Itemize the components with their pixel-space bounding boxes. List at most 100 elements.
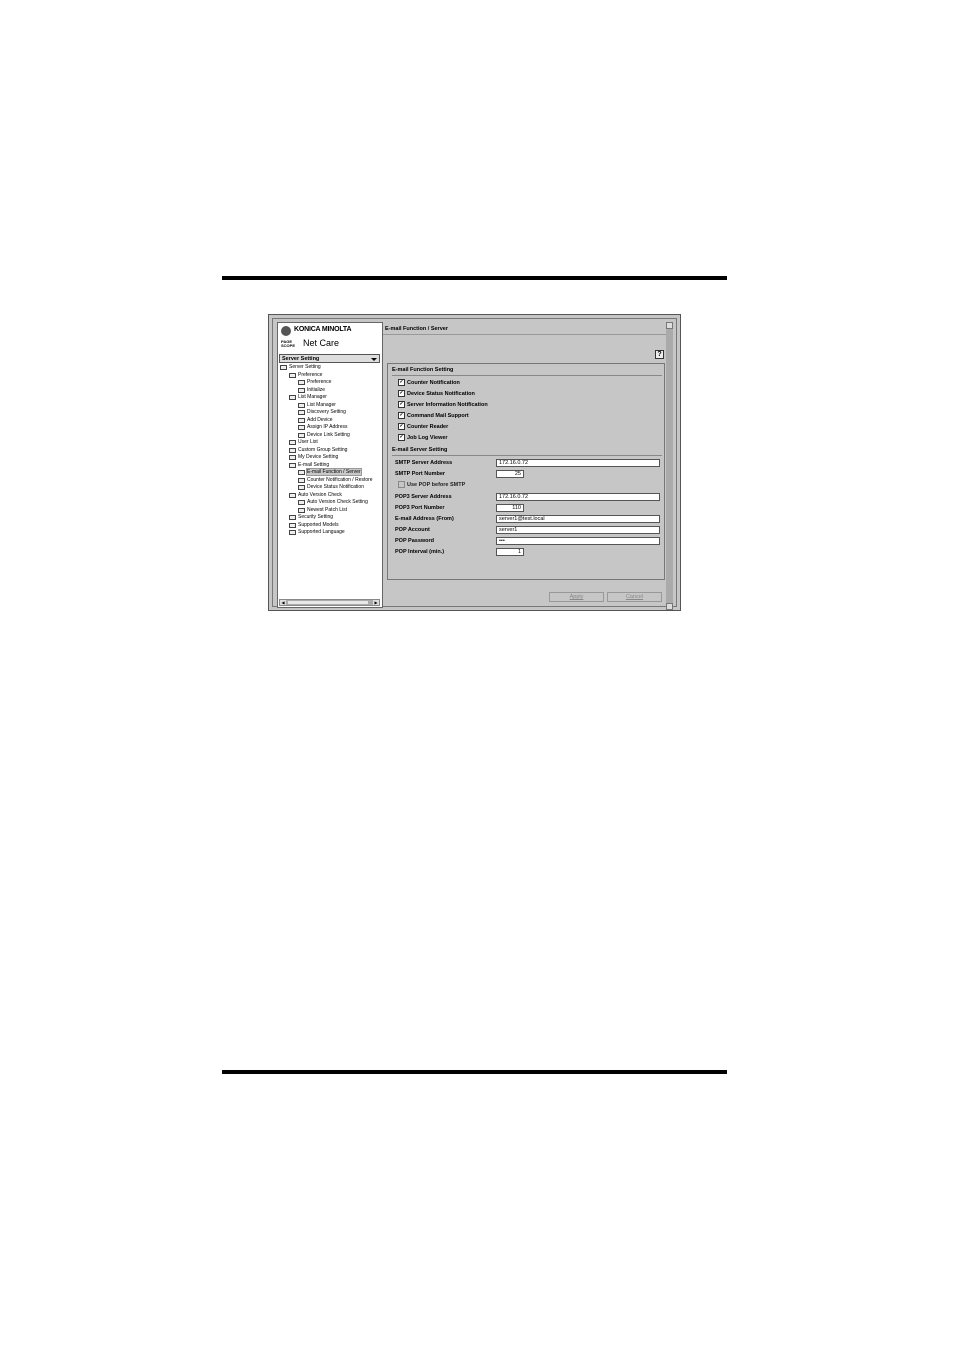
tree-item[interactable]: Preference [298,379,331,386]
scroll-down-icon[interactable] [666,603,673,610]
tree-item[interactable]: E-mail Function / Server [298,468,362,476]
tree-item[interactable]: Supported Language [289,529,345,536]
checkbox-device-status-notification[interactable]: ✓ Device Status Notification [398,390,475,398]
tree-item[interactable]: My Device Setting [289,454,338,461]
add-device-icon [298,417,305,423]
dropdown-arrow-icon[interactable] [371,358,377,361]
tree-item[interactable]: Custom Group Setting [289,447,347,454]
pop-interval-input[interactable]: 1 [496,548,524,556]
email-from-input[interactable]: server1@test.local [496,515,660,523]
function-section-heading: E-mail Function Setting [392,367,454,373]
pop-password-input[interactable]: ••• [496,537,660,545]
checkbox-icon[interactable]: ✓ [398,401,405,409]
tree-item[interactable]: Preference [289,372,322,379]
checkbox-icon[interactable]: ✓ [398,390,405,398]
nav-select-value: Server Setting [282,356,320,362]
pop-interval-label: POP Interval (min.) [395,549,445,555]
tree-item[interactable]: Server Setting [280,364,321,371]
tree-item[interactable]: E-mail Setting [289,462,329,469]
server-section-heading: E-mail Server Setting [392,447,448,453]
tree-item[interactable]: Auto Version Check Setting [298,499,368,506]
checkbox-icon[interactable]: ✓ [398,423,405,431]
tree-item-label: Supported Models [298,521,339,528]
window-icon [298,500,305,505]
tree-item-label: Preference [298,371,323,378]
email-from-label: E-mail Address (From) [395,516,454,522]
title-divider [383,334,667,335]
checkbox-use-pop-before-smtp[interactable]: Use POP before SMTP [398,481,465,489]
section-divider [392,375,662,376]
tree-item[interactable]: Security Setting [289,514,333,521]
panel-title: E-mail Function / Server [385,326,448,332]
scroll-left-icon[interactable]: ◀ [280,600,286,605]
navigation-panel: KONICA MINOLTA PAGE SCOPE Net Care Serve… [277,322,383,608]
pop3-port-label: POP3 Port Number [395,505,445,511]
checkbox-icon[interactable]: ✓ [398,434,405,442]
checkbox-job-log-viewer[interactable]: ✓ Job Log Viewer [398,434,448,442]
pop3-port-input[interactable]: 110 [496,504,524,512]
tree-item-label: Newest Patch List [307,506,348,513]
smtp-address-input[interactable]: 172.16.0.72 [496,459,660,467]
brand-name: KONICA MINOLTA [294,326,352,333]
folder-icon [289,462,296,468]
tree-item[interactable]: List Manager [298,402,336,409]
content-panel: E-mail Function / Server ? E-mail Functi… [383,322,669,606]
window-vertical-scrollbar[interactable] [666,322,673,610]
tree-item-label: List Manager [298,394,327,400]
brand-area: KONICA MINOLTA PAGE SCOPE Net Care [278,323,382,353]
folder-icon [289,492,296,498]
tree-item[interactable]: Device Status Notification [298,484,364,491]
pop-password-label: POP Password [395,538,435,544]
checkbox-command-mail-support[interactable]: ✓ Command Mail Support [398,412,469,420]
pop-account-input[interactable]: server1 [496,526,660,534]
tree-item-label: Auto Version Check Setting [307,499,368,505]
window-icon [298,470,305,475]
section-divider [392,455,662,456]
top-rule [222,276,727,280]
checkbox-icon[interactable] [398,481,405,489]
tree-item[interactable]: Counter Notification / Restore [298,477,373,484]
window-icon [298,477,305,483]
smtp-port-input[interactable]: 25 [496,470,524,478]
tree-item[interactable]: Auto Version Check [289,492,342,499]
pop3-address-input[interactable]: 172.16.0.72 [496,493,660,501]
tree-item[interactable]: User List [289,439,318,446]
folder-icon [280,365,287,370]
tree-item-label: User List [298,439,318,445]
checkbox-icon[interactable]: ✓ [398,379,405,387]
scrollbar-thumb[interactable] [288,601,368,604]
tree-item[interactable]: List Manager [289,394,327,401]
pop-account-label: POP Account [395,527,430,533]
tree-item[interactable]: Assign IP Address [298,424,348,431]
security-icon [289,515,296,520]
user-icon [289,440,296,445]
tree-item[interactable]: Newest Patch List [298,507,347,514]
tree-item[interactable]: Supported Models [289,522,339,529]
nav-select-dropdown[interactable]: Server Setting [279,354,380,363]
bottom-rule [222,1070,727,1074]
group-icon [289,447,296,453]
apply-button[interactable]: Apply [549,592,604,602]
device-icon [289,455,296,460]
tree-item-label: Device Status Notification [307,484,364,490]
checkbox-counter-reader[interactable]: ✓ Counter Reader [398,423,448,431]
help-button[interactable]: ? [655,350,664,359]
initialize-icon [298,387,305,393]
checkbox-counter-notification[interactable]: ✓ Counter Notification [398,379,460,387]
scroll-right-icon[interactable]: ▶ [373,600,379,605]
checkbox-server-information-notification[interactable]: ✓ Server Information Notification [398,401,488,409]
tree-item[interactable]: Device Link Setting [298,432,350,439]
tree-item[interactable]: Initialize [298,387,325,394]
tree-item[interactable]: Discovery Setting [298,409,346,416]
pagescope-logo: PAGE SCOPE [281,339,296,348]
tree-item[interactable]: Add Device [298,417,333,424]
tree-item-label: My Device Setting [298,454,339,460]
tree-item-label: List Manager [307,401,336,408]
window-icon [298,402,305,408]
tree-item-label: Discovery Setting [307,409,346,415]
tree-horizontal-scrollbar[interactable]: ◀ ▶ [279,599,380,606]
scroll-up-icon[interactable] [666,322,673,329]
folder-icon [289,395,296,400]
checkbox-icon[interactable]: ✓ [398,412,405,420]
cancel-button[interactable]: Cancel [607,592,662,602]
